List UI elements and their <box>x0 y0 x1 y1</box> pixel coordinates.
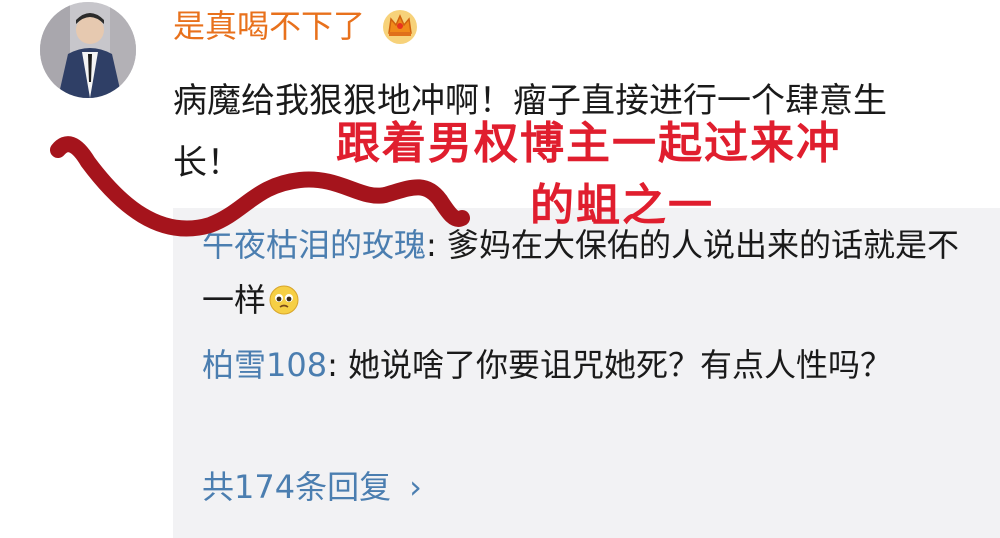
reply-separator: : <box>327 346 349 384</box>
reply-separator: : <box>426 226 447 264</box>
view-all-replies-link[interactable]: 共174条回复 › <box>202 462 422 512</box>
reply-count-label[interactable]: 共174条回复 <box>202 468 391 506</box>
reply-item[interactable]: 午夜枯泪的玫瑰: 爹妈在大保佑的人说出来的话就是不一样 <box>202 218 962 328</box>
reply-author[interactable]: 柏雪108 <box>202 346 327 384</box>
chevron-right-icon: › <box>409 468 422 506</box>
username[interactable]: 是真喝不下了 <box>173 6 419 46</box>
pleading-face-icon <box>268 278 300 315</box>
annotation-line-2: 的蛆之一 <box>530 180 714 231</box>
reply-item[interactable]: 柏雪108: 她说啥了你要诅咒她死？有点人性吗？ <box>202 338 962 393</box>
reply-text: 她说啥了你要诅咒她死？有点人性吗？ <box>348 346 893 384</box>
reply-author[interactable]: 午夜枯泪的玫瑰 <box>202 226 426 264</box>
crown-icon <box>381 7 419 45</box>
annotation-line-1: 跟着男权博主一起过来冲 <box>336 118 842 169</box>
username-text[interactable]: 是真喝不下了 <box>173 6 365 46</box>
avatar[interactable] <box>40 2 136 98</box>
